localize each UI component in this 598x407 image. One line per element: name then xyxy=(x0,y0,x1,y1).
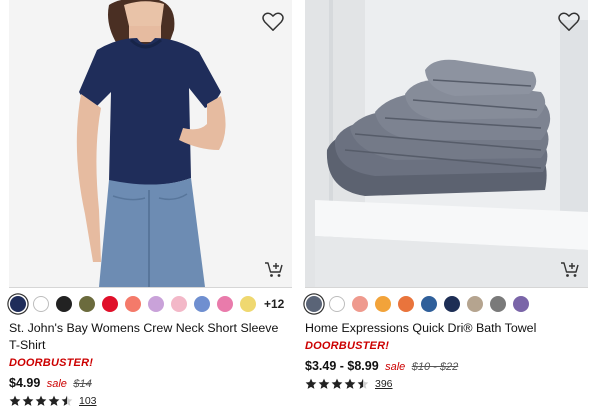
doorbuster-badge: DOORBUSTER! xyxy=(305,340,390,352)
color-swatch[interactable] xyxy=(467,295,483,312)
star-icon xyxy=(331,378,343,389)
price-row: $4.99 sale $14 xyxy=(9,374,292,390)
more-colors-link[interactable]: +12 xyxy=(264,297,284,311)
color-swatch[interactable] xyxy=(375,295,391,312)
bath-towel-image xyxy=(305,0,588,287)
star-icon xyxy=(61,395,73,406)
star-icon xyxy=(357,378,369,389)
add-to-cart-icon[interactable] xyxy=(264,260,284,278)
color-swatch[interactable] xyxy=(444,295,460,312)
heart-outline-icon[interactable] xyxy=(262,12,284,32)
product-card-tshirt[interactable]: +12 St. John's Bay Womens Crew Neck Shor… xyxy=(9,0,292,407)
color-swatch[interactable] xyxy=(217,295,233,312)
star-icon xyxy=(35,395,47,406)
rating-row: 396 xyxy=(305,377,588,391)
star-icon xyxy=(305,378,317,389)
rating-row: 103 xyxy=(9,394,292,407)
doorbuster-badge: DOORBUSTER! xyxy=(9,357,94,369)
sale-price: $3.49 - $8.99 xyxy=(305,359,379,373)
review-count-link[interactable]: 103 xyxy=(79,395,97,407)
color-swatch[interactable] xyxy=(148,295,164,312)
color-swatch[interactable] xyxy=(240,295,256,312)
color-swatch[interactable] xyxy=(398,295,414,312)
color-swatches: +12 xyxy=(9,288,292,319)
color-swatches xyxy=(305,288,588,319)
product-card-towel[interactable]: Home Expressions Quick Dri® Bath Towel D… xyxy=(305,0,588,391)
product-title[interactable]: Home Expressions Quick Dri® Bath Towel xyxy=(305,320,588,337)
product-image[interactable] xyxy=(9,0,292,287)
color-swatch[interactable] xyxy=(171,295,187,312)
product-image[interactable] xyxy=(305,0,588,287)
star-rating xyxy=(305,378,370,390)
star-icon xyxy=(48,395,60,406)
sale-label: sale xyxy=(46,378,67,390)
color-swatch[interactable] xyxy=(10,295,26,312)
star-icon xyxy=(318,378,330,389)
color-swatch[interactable] xyxy=(79,295,95,312)
color-swatch[interactable] xyxy=(102,295,118,312)
sale-price: $4.99 xyxy=(9,376,41,390)
sale-label: sale xyxy=(385,361,406,373)
star-rating xyxy=(9,395,74,407)
add-to-cart-icon[interactable] xyxy=(560,260,580,278)
color-swatch[interactable] xyxy=(513,295,529,312)
color-swatch[interactable] xyxy=(33,295,49,312)
star-icon xyxy=(9,395,21,406)
original-price: $10 - $22 xyxy=(411,361,459,373)
review-count-link[interactable]: 396 xyxy=(375,378,393,390)
price-row: $3.49 - $8.99 sale $10 - $22 xyxy=(305,357,588,373)
original-price: $14 xyxy=(73,378,92,390)
heart-outline-icon[interactable] xyxy=(558,12,580,32)
color-swatch[interactable] xyxy=(329,295,345,312)
color-swatch[interactable] xyxy=(421,295,437,312)
color-swatch[interactable] xyxy=(490,295,506,312)
tshirt-model-image xyxy=(9,0,292,287)
color-swatch[interactable] xyxy=(306,295,322,312)
color-swatch[interactable] xyxy=(194,295,210,312)
star-icon xyxy=(22,395,34,406)
color-swatch[interactable] xyxy=(125,295,141,312)
star-icon xyxy=(344,378,356,389)
color-swatch[interactable] xyxy=(352,295,368,312)
color-swatch[interactable] xyxy=(56,295,72,312)
product-title[interactable]: St. John's Bay Womens Crew Neck Short Sl… xyxy=(9,320,292,354)
